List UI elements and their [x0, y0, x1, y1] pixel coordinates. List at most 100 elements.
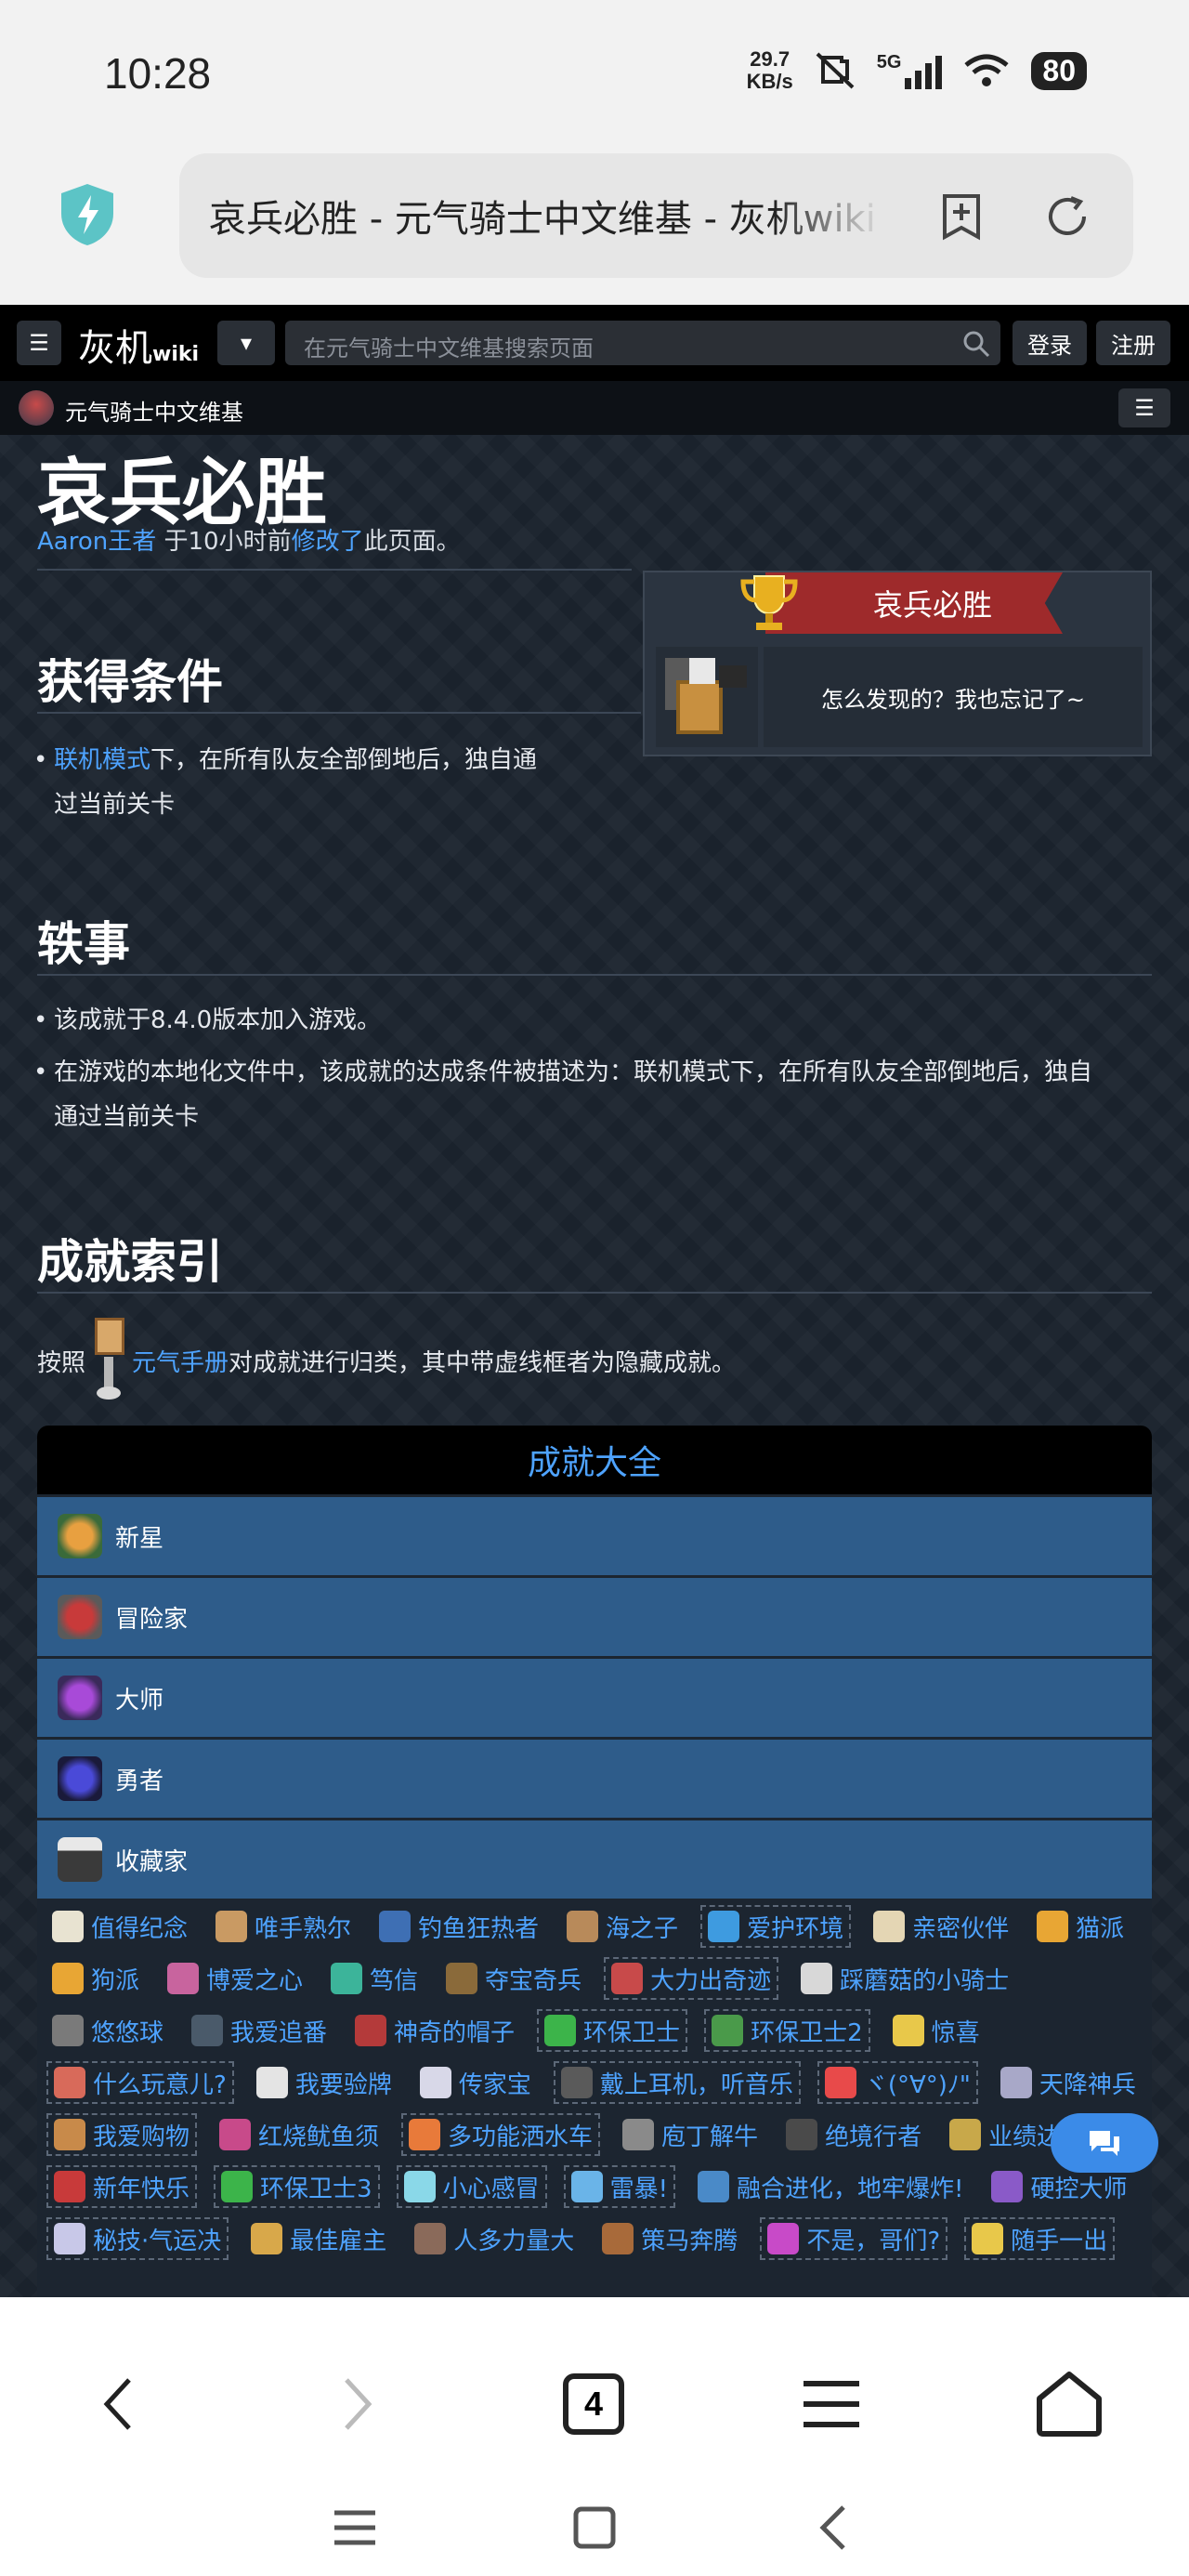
achievement-label: 雷暴! — [609, 2175, 669, 2203]
achievement-icon — [216, 1911, 248, 1942]
achievement-icon — [409, 2119, 441, 2150]
achievement-chip[interactable]: 环保卫士3 — [214, 2165, 380, 2208]
achievement-chip[interactable]: 神奇的帽子 — [349, 2009, 520, 2052]
home-button[interactable] — [1027, 2362, 1111, 2446]
back-button[interactable] — [76, 2362, 160, 2446]
achievement-label: 绝境行者 — [825, 2123, 922, 2151]
back-nav-icon[interactable] — [806, 2500, 862, 2556]
category-row-collector[interactable]: 收藏家 — [37, 1820, 1152, 1899]
achievement-chip[interactable]: 猫派 — [1031, 1905, 1130, 1948]
achievement-chip[interactable]: 值得纪念 — [46, 1905, 193, 1948]
achievement-label: 亲密伙伴 — [912, 1914, 1010, 1943]
achievement-chip[interactable]: 环保卫士 — [537, 2009, 688, 2052]
achievement-chip[interactable]: 人多力量大 — [409, 2217, 580, 2260]
achievement-chip[interactable]: 新年快乐 — [46, 2165, 198, 2208]
category-row-newstar[interactable]: 新星 — [37, 1497, 1152, 1575]
web-page: ☰ 灰机wiki ▾ 在元气骑士中文维基搜索页面 登录 注册 元气骑士中文维基 … — [0, 305, 1189, 2297]
achievement-chip[interactable]: 唯手熟尔 — [210, 1905, 357, 1948]
achievement-chip[interactable]: 海之子 — [561, 1905, 684, 1948]
achievement-chip[interactable]: 大力出奇迹 — [604, 1957, 779, 2000]
achievement-icon — [708, 1911, 740, 1942]
achievement-chip[interactable]: 最佳雇主 — [245, 2217, 392, 2260]
achievement-chip[interactable]: 钓鱼狂热者 — [373, 1905, 544, 1948]
achievement-label: 小心感冒 — [442, 2175, 540, 2203]
achievement-image — [656, 647, 758, 747]
forward-button[interactable] — [316, 2362, 399, 2446]
section-heading-trivia: 轶事 — [37, 917, 130, 971]
achievement-chip[interactable]: 策马奔腾 — [596, 2217, 743, 2260]
category-row-brave[interactable]: 勇者 — [37, 1740, 1152, 1818]
edit-history-link[interactable]: 修改了 — [292, 528, 364, 556]
achievement-index-table: 成就大全 新星 冒险家 大师 勇者 收藏家 值得纪念 唯手熟尔 钓鱼狂热者 海之子 爱护… — [37, 1426, 1152, 2297]
achievement-label: 海之子 — [606, 1914, 679, 1943]
menu-icon[interactable]: ☰ — [17, 321, 61, 365]
handbook-link[interactable]: 元气手册 — [132, 1344, 229, 1378]
achievement-chip[interactable]: 我要验牌 — [251, 2061, 398, 2104]
achievement-chip[interactable]: 爱护环境 — [700, 1905, 852, 1948]
achievement-chip[interactable]: 什么玩意儿? — [46, 2061, 234, 2104]
achievement-chip[interactable]: 夺宝奇兵 — [440, 1957, 587, 2000]
achievement-chip[interactable]: 亲密伙伴 — [868, 1905, 1014, 1948]
chat-button[interactable] — [1051, 2113, 1158, 2173]
achievement-chip[interactable]: 秘技·气运决 — [46, 2217, 229, 2260]
achievement-chip[interactable]: 惊喜 — [887, 2009, 986, 2052]
search-icon[interactable] — [962, 330, 990, 358]
achievement-icon — [786, 2119, 818, 2150]
achievement-chip[interactable]: 庖丁解牛 — [617, 2113, 764, 2156]
browser-address-row: 哀兵必胜 - 元气骑士中文维基 - 灰机wiki — [0, 149, 1189, 305]
achievement-chip[interactable]: 小心感冒 — [396, 2165, 547, 2208]
site-logo[interactable]: 灰机wiki — [78, 318, 199, 372]
recents-nav-icon[interactable] — [327, 2500, 383, 2556]
add-bookmark-icon[interactable] — [937, 192, 986, 241]
list-item: 该成就于8.4.0版本加入游戏。 — [33, 998, 381, 1043]
search-input[interactable]: 在元气骑士中文维基搜索页面 — [285, 321, 1000, 365]
tabs-button[interactable]: 4 — [552, 2362, 635, 2446]
achievement-chip[interactable]: 我爱追番 — [186, 2009, 333, 2052]
home-nav-icon[interactable] — [567, 2500, 622, 2556]
palm-tree-icon — [58, 1514, 102, 1558]
warrior-icon — [58, 1756, 102, 1801]
chevron-down-icon[interactable]: ▾ — [217, 321, 275, 365]
toc-icon[interactable]: ☰ — [1118, 388, 1170, 427]
wiki-avatar[interactable] — [19, 390, 54, 426]
login-button[interactable]: 登录 — [1013, 321, 1087, 365]
achievement-chip[interactable]: 传家宝 — [414, 2061, 537, 2104]
register-button[interactable]: 注册 — [1096, 321, 1170, 365]
achievement-chip[interactable]: ヾ(°∀°)ﾉ" — [817, 2061, 978, 2104]
achievement-chip[interactable]: 狗派 — [46, 1957, 145, 2000]
wiki-name[interactable]: 元气骑士中文维基 — [65, 394, 243, 427]
category-row-master[interactable]: 大师 — [37, 1659, 1152, 1737]
achievement-chip[interactable]: 红烧鱿鱼须 — [214, 2113, 385, 2156]
achievement-index-header[interactable]: 成就大全 — [37, 1426, 1152, 1494]
achievement-chip[interactable]: 绝境行者 — [780, 2113, 927, 2156]
shield-icon[interactable] — [58, 182, 117, 247]
multiplayer-link[interactable]: 联机模式 — [54, 746, 150, 774]
menu-button[interactable] — [790, 2362, 873, 2446]
achievement-chip[interactable]: 雷暴! — [563, 2165, 676, 2208]
wifi-icon — [964, 54, 1009, 86]
achievement-label: 人多力量大 — [453, 2227, 575, 2255]
refresh-icon[interactable] — [1043, 192, 1091, 241]
achievement-label: 环保卫士2 — [751, 2018, 863, 2047]
achievement-chip[interactable]: 天降神兵 — [995, 2061, 1142, 2104]
site-top-nav: ☰ 灰机wiki ▾ 在元气骑士中文维基搜索页面 登录 注册 — [0, 305, 1189, 381]
achievement-chip[interactable]: 戴上耳机，听音乐 — [553, 2061, 801, 2104]
address-bar[interactable]: 哀兵必胜 - 元气骑士中文维基 - 灰机wiki — [179, 153, 1133, 278]
achievement-chip[interactable]: 笃信 — [325, 1957, 424, 2000]
achievement-chip[interactable]: 多功能洒水车 — [401, 2113, 601, 2156]
achievement-chip[interactable]: 环保卫士2 — [704, 2009, 870, 2052]
achievement-chip[interactable]: 随手一出 — [964, 2217, 1116, 2260]
signal-icon: 5G — [877, 52, 943, 89]
section-heading-conditions: 获得条件 — [37, 655, 223, 709]
category-row-adventurer[interactable]: 冒险家 — [37, 1578, 1152, 1656]
achievement-chip[interactable]: 不是，哥们? — [760, 2217, 948, 2260]
chat-icon — [1090, 2131, 1119, 2156]
achievement-chip[interactable]: 踩蘑菇的小骑士 — [795, 1957, 1014, 2000]
achievement-chip[interactable]: 融合进化，地牢爆炸! — [692, 2165, 969, 2208]
achievement-chip[interactable]: 悠悠球 — [46, 2009, 169, 2052]
achievement-chip[interactable]: 博爱之心 — [162, 1957, 308, 2000]
achievement-label: 多功能洒水车 — [448, 2123, 594, 2151]
achievement-chip[interactable]: 我爱购物 — [46, 2113, 198, 2156]
user-link[interactable]: Aaron王者 — [37, 528, 156, 556]
achievement-icon — [991, 2171, 1024, 2202]
